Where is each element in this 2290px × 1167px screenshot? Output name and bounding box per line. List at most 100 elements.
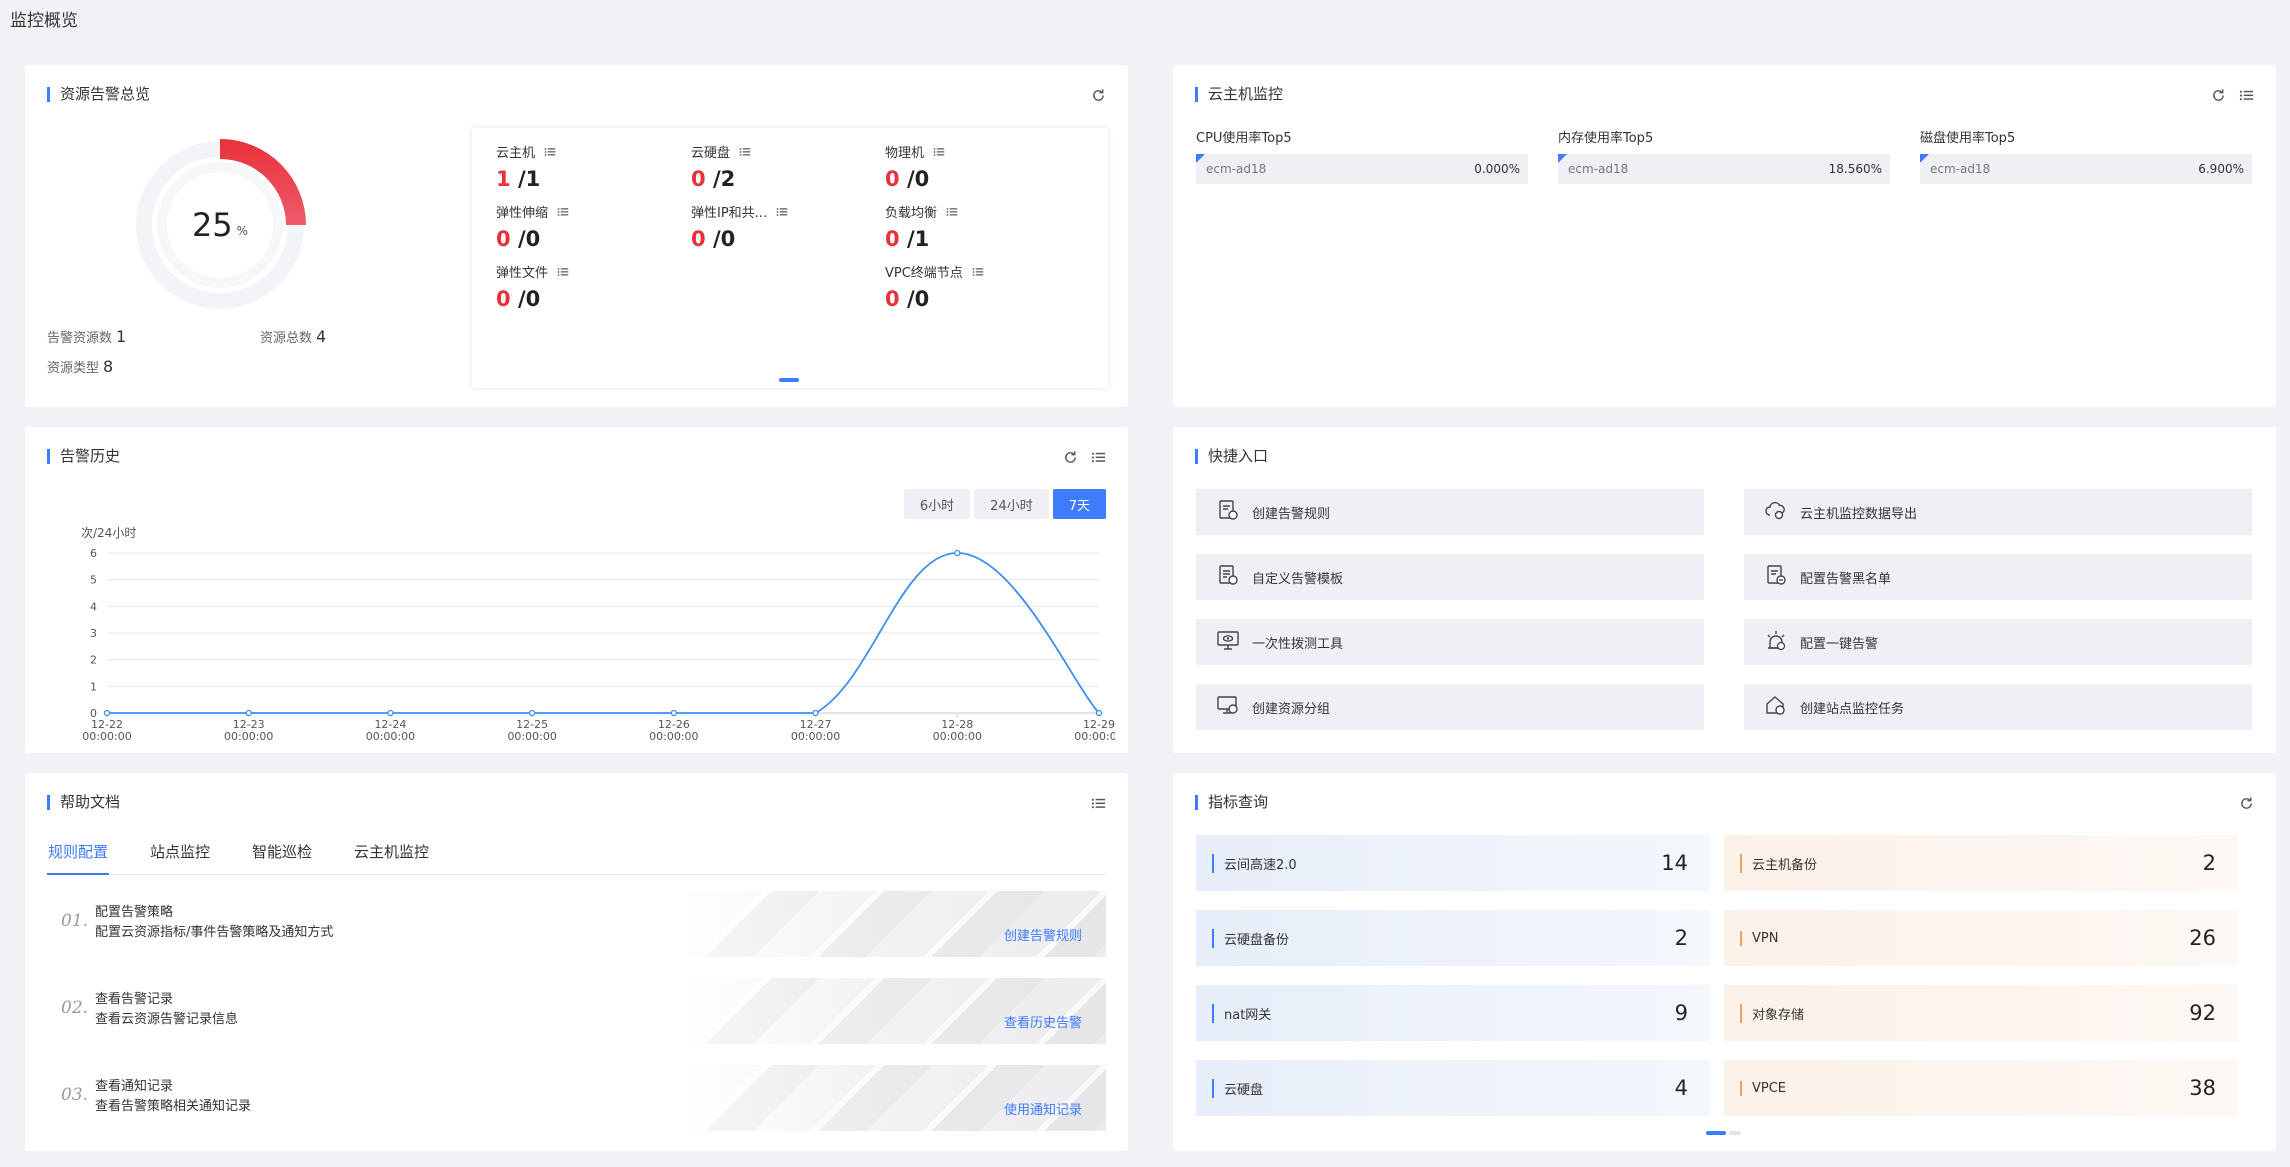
list-icon[interactable] <box>971 266 985 278</box>
x-tick-time: 00:00:00 <box>82 730 131 743</box>
metric-item[interactable]: 对象存储 92 <box>1724 985 2238 1041</box>
resource-type-item[interactable]: 弹性IP和共... 0 /0 <box>691 202 881 251</box>
resource-type-item[interactable]: VPC终端节点 0 /0 <box>885 262 1075 311</box>
resource-total-count: /0 <box>517 227 541 251</box>
tab-site-monitor[interactable]: 站点监控 <box>149 841 211 874</box>
quick-entry-item[interactable]: 云主机监控数据导出 <box>1744 489 2252 535</box>
list-icon[interactable] <box>932 146 946 158</box>
list-icon[interactable] <box>543 146 557 158</box>
alarm-history-card: 告警历史 6小时 24小时 7天 次/24小时 0 1 2 3 4 5 6 12-22 00:00… <box>25 427 1128 753</box>
quick-entry-item[interactable]: 一次性拨测工具 <box>1196 619 1704 665</box>
rule-doc-icon <box>1216 498 1240 526</box>
metric-label: VPCE <box>1740 1080 1786 1096</box>
x-tick-time: 00:00:00 <box>507 730 556 743</box>
step-title: 配置告警策略 <box>95 905 174 920</box>
quick-entry-item[interactable]: 自定义告警模板 <box>1196 554 1704 600</box>
top5-row[interactable]: ecm-ad18 0.000% <box>1196 154 1528 184</box>
refresh-icon[interactable] <box>2210 87 2226 103</box>
resource-alarm-card: 资源告警总览 25 % 告警资源数 1 资源总数 4 资源类型 8 云主机 1 … <box>25 65 1128 407</box>
top5-row[interactable]: ecm-ad18 6.900% <box>1920 154 2252 184</box>
resource-types-label: 资源类型 <box>47 361 100 376</box>
metric-count: 2 <box>2202 851 2216 875</box>
step-link[interactable]: 使用通知记录 <box>1004 1099 1082 1118</box>
step-description: 配置云资源指标/事件告警策略及通知方式 <box>95 925 334 940</box>
help-step: 03. 查看通知记录 查看告警策略相关通知记录 使用通知记录 <box>47 1065 1106 1131</box>
list-icon[interactable] <box>556 266 570 278</box>
metric-query-title: 指标查询 <box>1195 795 1268 810</box>
metric-item[interactable]: 云硬盘备份 2 <box>1196 910 1710 966</box>
time-range-group: 6小时 24小时 7天 <box>903 489 1106 519</box>
alarm-history-title: 告警历史 <box>47 449 120 464</box>
resource-type-item[interactable]: 云主机 1 /1 <box>496 142 686 191</box>
resource-type-label: 云主机 <box>496 146 536 161</box>
metric-item[interactable]: 云间高速2.0 14 <box>1196 835 1710 891</box>
step-title: 查看告警记录 <box>95 992 174 1007</box>
top5-column: 内存使用率Top5 ecm-ad18 18.560% <box>1558 127 1890 184</box>
step-description: 查看告警策略相关通知记录 <box>95 1099 252 1114</box>
quick-entry-item[interactable]: 创建资源分组 <box>1196 684 1704 730</box>
resource-type-item[interactable]: 云硬盘 0 /2 <box>691 142 881 191</box>
quick-entry-item[interactable]: 配置告警黑名单 <box>1744 554 2252 600</box>
vm-monitor-title: 云主机监控 <box>1195 87 1283 102</box>
metric-item[interactable]: 云硬盘 4 <box>1196 1060 1710 1116</box>
top5-row[interactable]: ecm-ad18 18.560% <box>1558 154 1890 184</box>
x-tick-time: 00:00:00 <box>791 730 840 743</box>
resource-type-item[interactable]: 弹性文件 0 /0 <box>496 262 686 311</box>
resource-alarm-count: 0 <box>496 287 511 311</box>
list-icon[interactable] <box>738 146 752 158</box>
metric-item[interactable]: 云主机备份 2 <box>1724 835 2238 891</box>
range-24h-button[interactable]: 24小时 <box>974 489 1049 519</box>
range-6h-button[interactable]: 6小时 <box>903 489 971 519</box>
metric-pager-dot[interactable] <box>1729 1131 1741 1135</box>
list-icon[interactable] <box>775 206 789 218</box>
alarm-resources-value: 1 <box>116 327 127 346</box>
cloud-export-icon <box>1764 498 1788 526</box>
list-icon[interactable] <box>1090 449 1106 465</box>
resource-pager-active[interactable] <box>779 378 799 382</box>
refresh-icon[interactable] <box>1062 449 1078 465</box>
resource-type-item[interactable]: 负载均衡 0 /1 <box>885 202 1075 251</box>
metric-pager-active[interactable] <box>1706 1131 1726 1135</box>
alarm-light-icon <box>1764 628 1788 656</box>
refresh-icon[interactable] <box>1090 87 1106 103</box>
top5-host-name: ecm-ad18 <box>1206 162 1267 176</box>
metric-count: 14 <box>1661 851 1688 875</box>
list-icon[interactable] <box>1090 795 1106 811</box>
metric-item[interactable]: VPN 26 <box>1724 910 2238 966</box>
metric-item[interactable]: VPCE 38 <box>1724 1060 2238 1116</box>
quick-entry-item[interactable]: 创建站点监控任务 <box>1744 684 2252 730</box>
quick-entry-item[interactable]: 配置一键告警 <box>1744 619 2252 665</box>
metric-query-card: 指标查询 云间高速2.0 14 云主机备份 2 云硬盘备份 2 VPN 26 nat网关 9 对象存… <box>1173 773 2276 1151</box>
resource-alarm-count: 1 <box>496 167 511 191</box>
metric-item[interactable]: nat网关 9 <box>1196 985 1710 1041</box>
tab-smart-inspection[interactable]: 智能巡检 <box>251 841 313 874</box>
list-icon[interactable] <box>556 206 570 218</box>
resource-type-label: 负载均衡 <box>885 206 938 221</box>
step-link[interactable]: 创建告警规则 <box>1004 925 1082 944</box>
quick-entry-label: 配置告警黑名单 <box>1800 571 1892 587</box>
tab-vm-monitor[interactable]: 云主机监控 <box>353 841 430 874</box>
resource-type-item[interactable]: 物理机 0 /0 <box>885 142 1075 191</box>
help-step: 01. 配置告警策略 配置云资源指标/事件告警策略及通知方式 创建告警规则 <box>47 891 1106 957</box>
tab-rule-config[interactable]: 规则配置 <box>47 841 110 875</box>
monitor-group-icon <box>1216 693 1240 721</box>
step-link[interactable]: 查看历史告警 <box>1004 1012 1082 1031</box>
quick-entry-item[interactable]: 创建告警规则 <box>1196 489 1704 535</box>
list-icon[interactable] <box>2238 87 2254 103</box>
data-point <box>528 709 536 717</box>
help-tabs: 规则配置 站点监控 智能巡检 云主机监控 <box>47 841 1106 875</box>
resource-type-label: 物理机 <box>885 146 925 161</box>
total-resources-stat: 资源总数 4 <box>260 327 326 346</box>
help-docs-title: 帮助文档 <box>47 795 120 810</box>
quick-entry-label: 创建告警规则 <box>1252 506 1331 522</box>
step-decoration <box>706 1065 1106 1131</box>
metric-label: 云间高速2.0 <box>1212 853 1297 873</box>
refresh-icon[interactable] <box>2238 795 2254 811</box>
x-tick-time: 00:00:00 <box>224 730 273 743</box>
list-icon[interactable] <box>945 206 959 218</box>
resource-type-item[interactable]: 弹性伸缩 0 /0 <box>496 202 686 251</box>
step-title: 查看通知记录 <box>95 1079 174 1094</box>
data-point <box>812 709 819 717</box>
resource-total-count: /2 <box>712 167 736 191</box>
range-7d-button[interactable]: 7天 <box>1052 489 1106 519</box>
